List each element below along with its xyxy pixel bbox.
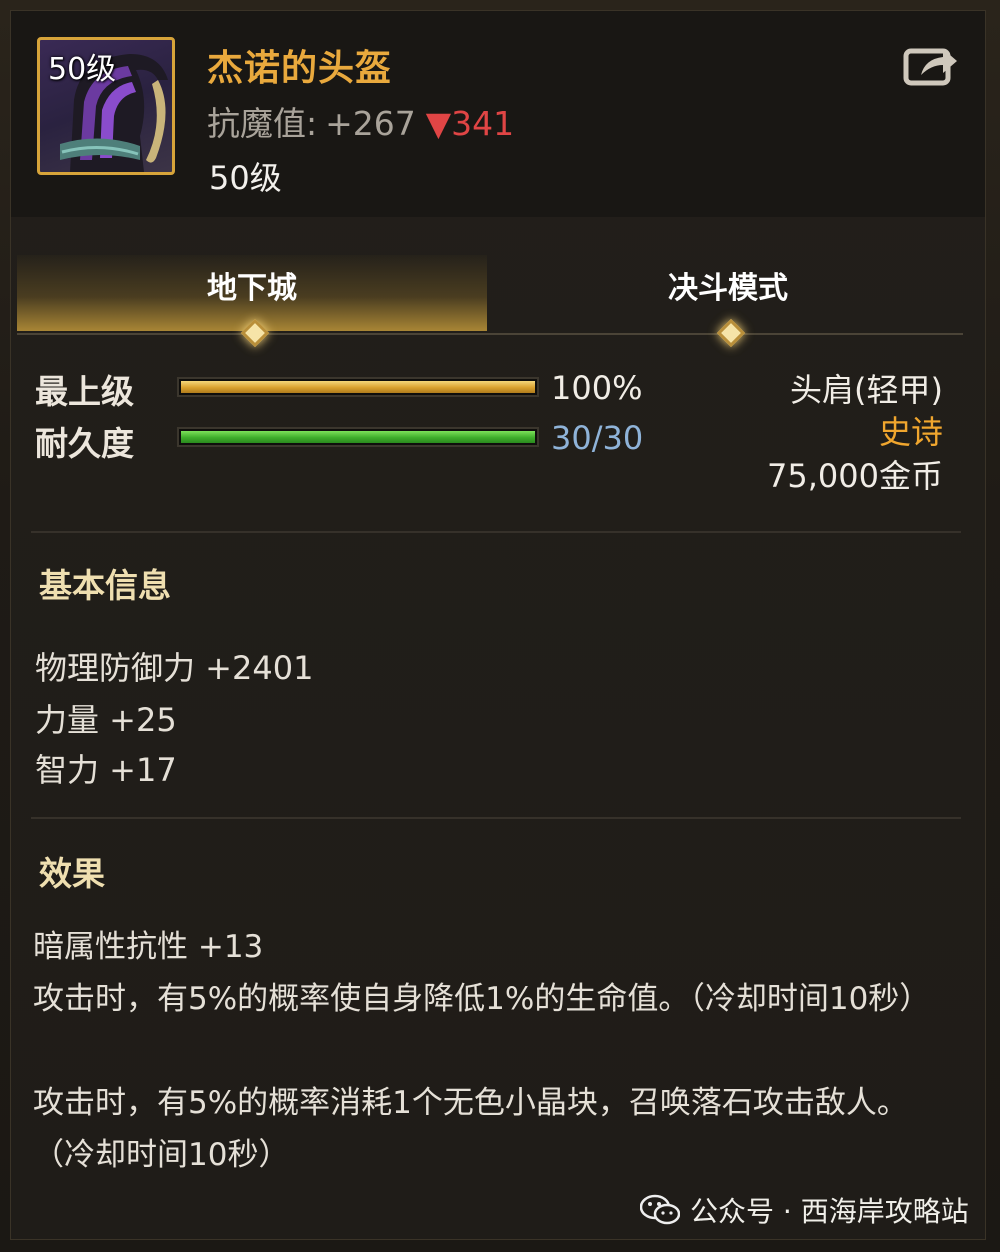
attribute-line: 物理防御力 +2401 xyxy=(35,649,314,687)
effect-line: 攻击时，有5%的概率消耗1个无色小晶块，召唤落石攻击敌人。（冷却时间10秒） xyxy=(33,1085,908,1173)
divider xyxy=(31,817,961,819)
item-name: 杰诺的头盔 xyxy=(207,48,393,89)
required-level: 50级 xyxy=(209,159,282,197)
basic-info-title: 基本信息 xyxy=(39,566,171,605)
watermark: 公众号 · 西海岸攻略站 xyxy=(640,1190,969,1230)
durability-bar-fill xyxy=(181,431,535,443)
tab-dungeon[interactable]: 地下城 xyxy=(17,255,487,348)
item-level-badge: 50级 xyxy=(48,52,117,87)
magic-resist-value: +267 xyxy=(325,104,416,143)
magic-resist-label: 抗魔值: xyxy=(207,104,318,143)
watermark-text: 公众号 · 西海岸攻略站 xyxy=(690,1195,969,1228)
grade-value: 100% xyxy=(551,369,643,407)
item-price: 75,000金币 xyxy=(767,457,943,495)
grade-bar xyxy=(177,377,539,397)
durability-value: 30/30 xyxy=(551,419,644,457)
tab-pvp-label: 决斗模式 xyxy=(668,271,788,306)
item-icon[interactable]: 50级 xyxy=(37,37,175,175)
divider xyxy=(31,531,961,533)
attribute-line: 力量 +25 xyxy=(35,701,177,739)
tab-dungeon-label: 地下城 xyxy=(207,271,297,306)
item-tooltip-panel: 50级 杰诺的头盔 抗魔值: +267 ▼341 50级 地下城 决斗模式 最上级 … xyxy=(10,10,986,1240)
durability-bar xyxy=(177,427,539,447)
effect-line: 攻击时，有5%的概率使自身降低1%的生命值。（冷却时间10秒） xyxy=(33,981,931,1017)
effects-title: 效果 xyxy=(39,854,105,893)
item-slot-type: 头肩(轻甲) xyxy=(790,371,943,409)
tab-indicator-icon xyxy=(716,318,746,348)
durability-label: 耐久度 xyxy=(35,424,134,463)
tab-pvp[interactable]: 决斗模式 xyxy=(493,255,963,348)
item-rarity: 史诗 xyxy=(878,413,943,451)
tab-indicator-icon xyxy=(240,318,270,348)
magic-resist-row: 抗魔值: +267 ▼341 xyxy=(207,97,514,145)
magic-resist-diff: ▼341 xyxy=(425,104,515,143)
grade-bar-fill xyxy=(181,381,535,393)
attribute-line: 智力 +17 xyxy=(35,751,177,789)
wechat-icon xyxy=(640,1194,680,1225)
effect-line: 暗属性抗性 +13 xyxy=(33,929,264,965)
tooltip-header: 50级 杰诺的头盔 抗魔值: +267 ▼341 50级 xyxy=(11,11,985,217)
share-icon[interactable] xyxy=(903,41,959,89)
mode-tabs: 地下城 决斗模式 xyxy=(17,255,963,348)
grade-label: 最上级 xyxy=(35,372,134,411)
